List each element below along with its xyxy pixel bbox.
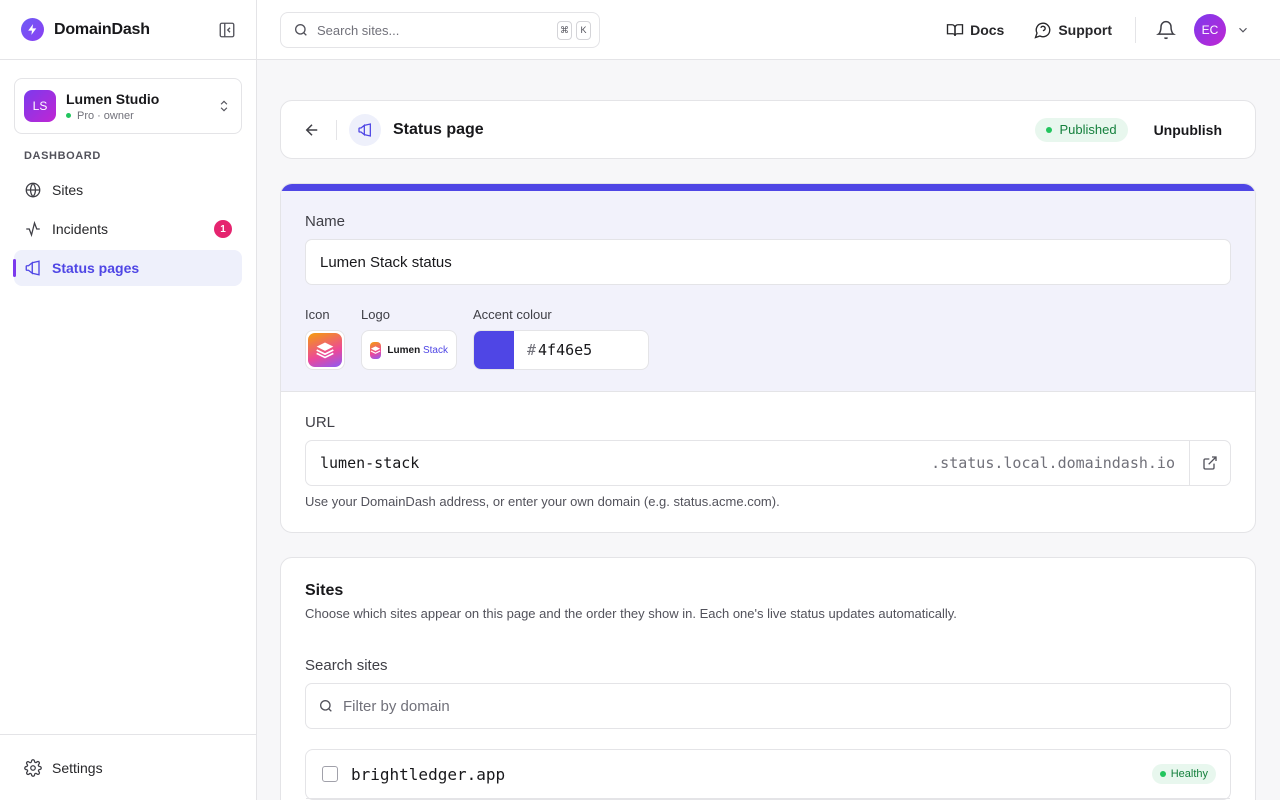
logo-wordmark: Lumen Stack bbox=[387, 344, 448, 356]
layers-icon bbox=[308, 333, 342, 367]
site-checkbox[interactable] bbox=[322, 766, 338, 782]
hex-prefix: # bbox=[527, 341, 537, 359]
sites-description: Choose which sites appear on this page a… bbox=[305, 606, 957, 621]
search-input[interactable] bbox=[317, 22, 553, 38]
page-header: Status page Published Unpublish bbox=[280, 100, 1256, 159]
sidebar-item-label: Incidents bbox=[52, 221, 109, 237]
shortcut-key-k: K bbox=[576, 20, 591, 40]
status-dot bbox=[1159, 771, 1166, 777]
logo-upload[interactable]: Lumen Stack bbox=[361, 330, 457, 370]
layers-icon bbox=[370, 341, 382, 359]
name-input[interactable]: Lumen Stack status bbox=[305, 239, 1231, 285]
sidebar-item-settings[interactable]: Settings bbox=[0, 734, 256, 800]
site-domain: brightledger.app bbox=[351, 764, 506, 784]
help-chat-icon bbox=[1034, 22, 1051, 39]
search-icon bbox=[295, 24, 307, 36]
sidebar-item-label: Status pages bbox=[52, 260, 140, 276]
workspace-status-dot bbox=[66, 113, 71, 118]
open-url-button[interactable] bbox=[1189, 441, 1230, 485]
url-label: URL bbox=[305, 414, 336, 431]
url-slug-input[interactable]: lumen-stack bbox=[306, 454, 931, 472]
nav: Sites Incidents 1 Status pages bbox=[13, 172, 242, 289]
icon-upload[interactable] bbox=[305, 330, 345, 370]
name-label: Name bbox=[305, 213, 346, 230]
gear-icon bbox=[24, 758, 42, 777]
workspace-switcher[interactable]: LS Lumen Studio Pro · owner bbox=[14, 78, 242, 134]
megaphone-icon bbox=[25, 260, 40, 276]
sidebar-item-incidents[interactable]: Incidents 1 bbox=[14, 211, 242, 247]
workspace-plan: Pro bbox=[77, 109, 95, 122]
filter-input[interactable] bbox=[343, 697, 1218, 715]
incidents-count-badge: 1 bbox=[214, 220, 232, 238]
url-section: URL lumen-stack .status.local.domaindash… bbox=[281, 392, 1255, 509]
external-link-icon bbox=[1203, 456, 1217, 470]
brand: DomainDash bbox=[0, 0, 256, 60]
topbar: ⌘ K Docs Support EC bbox=[257, 0, 1280, 60]
branding-section: Name Lumen Stack status Icon Logo Lumen … bbox=[281, 191, 1255, 392]
search-sites-label: Search sites bbox=[305, 657, 388, 674]
accent-colour-field[interactable]: # 4f46e5 bbox=[473, 330, 649, 370]
nav-heading: DASHBOARD bbox=[24, 150, 101, 162]
site-list: brightledger.app Healthy bbox=[305, 749, 1231, 800]
globe-icon bbox=[25, 182, 41, 198]
workspace-avatar: LS bbox=[24, 90, 56, 122]
megaphone-icon bbox=[349, 113, 381, 146]
sites-section: Sites Choose which sites appear on this … bbox=[280, 557, 1256, 800]
sidebar-item-status-pages[interactable]: Status pages bbox=[13, 250, 242, 286]
global-search[interactable]: ⌘ K bbox=[280, 12, 600, 48]
list-item[interactable]: brightledger.app Healthy bbox=[306, 750, 1230, 799]
unpublish-button[interactable]: Unpublish bbox=[1154, 122, 1222, 138]
accent-colour-input[interactable]: 4f46e5 bbox=[538, 331, 592, 369]
divider bbox=[1135, 17, 1136, 43]
activity-icon bbox=[26, 220, 40, 238]
divider bbox=[336, 119, 337, 140]
shortcut-key-cmd: ⌘ bbox=[557, 20, 572, 40]
filter-field[interactable] bbox=[305, 683, 1231, 729]
url-suffix: .status.local.domaindash.io bbox=[931, 454, 1175, 472]
user-avatar[interactable]: EC bbox=[1194, 14, 1226, 46]
status-badge: Published bbox=[1035, 117, 1128, 142]
sidebar-item-label: Sites bbox=[52, 182, 84, 198]
sidebar: DomainDash LS Lumen Studio Pro · owner D… bbox=[0, 0, 257, 800]
back-arrow-icon[interactable] bbox=[303, 121, 321, 139]
sites-title: Sites bbox=[305, 582, 344, 599]
workspace-separator: · bbox=[97, 109, 101, 122]
accent-preview-bar bbox=[281, 184, 1255, 191]
accent-colour-swatch[interactable] bbox=[474, 331, 514, 369]
chevron-up-down-icon bbox=[220, 100, 228, 112]
book-icon bbox=[946, 24, 964, 37]
bolt-icon bbox=[21, 18, 44, 41]
workspace-name: Lumen Studio bbox=[66, 90, 160, 107]
status-dot bbox=[1046, 126, 1053, 133]
logo-label: Logo bbox=[361, 307, 390, 322]
sidebar-item-sites[interactable]: Sites bbox=[14, 172, 242, 208]
support-link[interactable]: Support bbox=[1034, 21, 1112, 39]
search-icon bbox=[320, 700, 332, 712]
status-page-settings: Name Lumen Stack status Icon Logo Lumen … bbox=[280, 183, 1256, 533]
docs-link[interactable]: Docs bbox=[946, 21, 1004, 39]
bell-icon[interactable] bbox=[1156, 20, 1176, 40]
accent-colour-label: Accent colour bbox=[473, 307, 552, 322]
page-title: Status page bbox=[393, 120, 484, 138]
settings-label: Settings bbox=[52, 759, 103, 776]
icon-label: Icon bbox=[305, 307, 330, 322]
app-name: DomainDash bbox=[54, 20, 150, 38]
url-field: lumen-stack .status.local.domaindash.io bbox=[305, 440, 1231, 486]
url-help-text: Use your DomainDash address, or enter yo… bbox=[305, 494, 780, 509]
workspace-role: owner bbox=[103, 109, 134, 122]
chevron-down-icon[interactable] bbox=[1236, 23, 1250, 37]
status-badge: Healthy bbox=[1151, 764, 1216, 784]
sidebar-collapse-icon[interactable] bbox=[218, 21, 236, 39]
